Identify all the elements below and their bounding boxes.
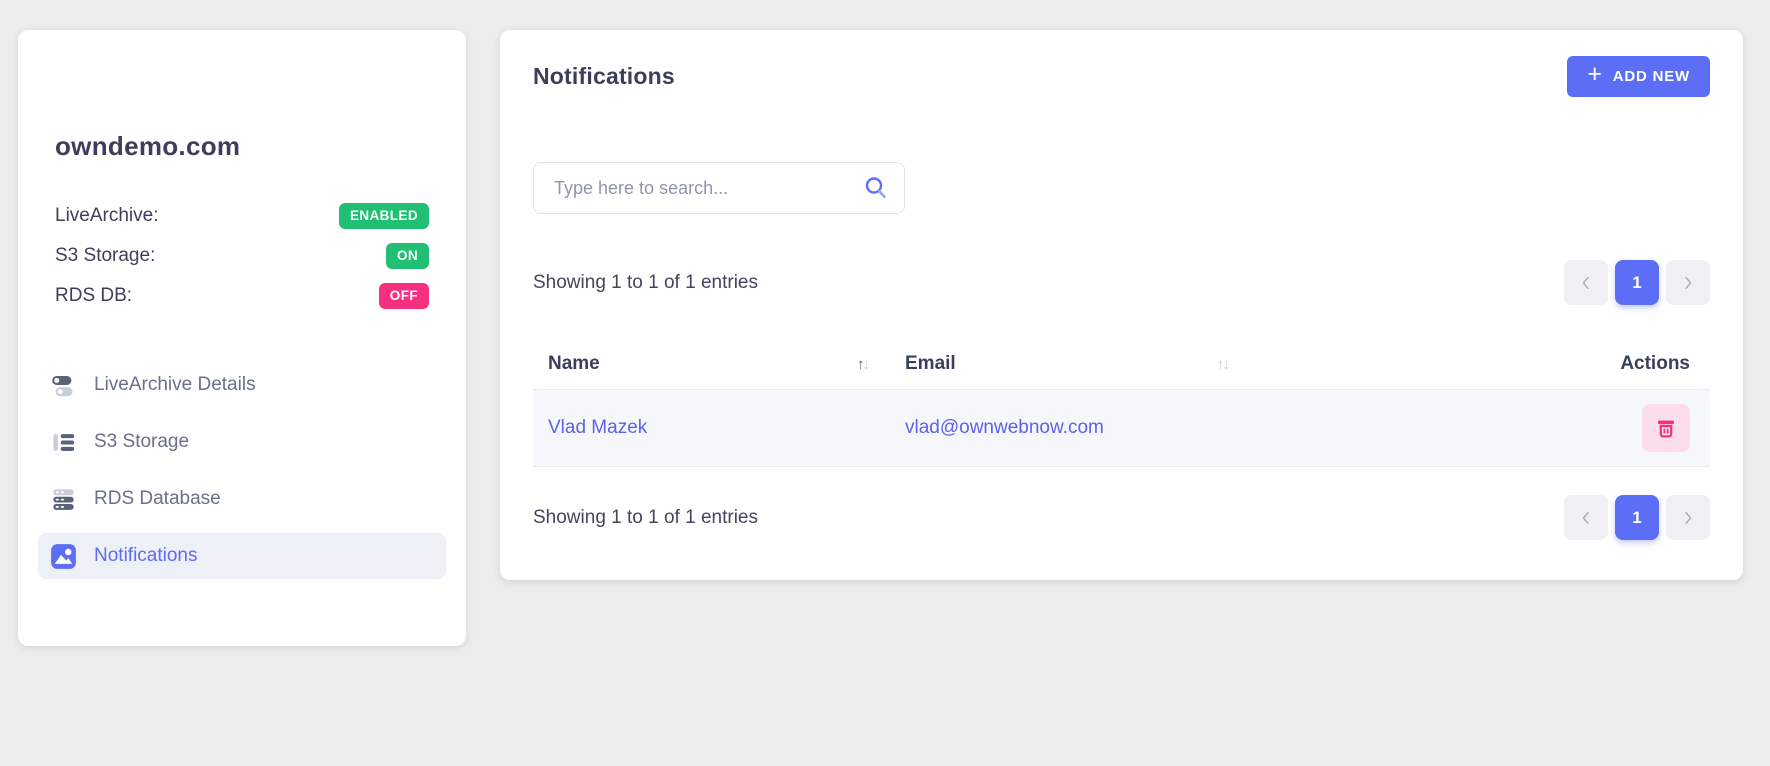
sort-email[interactable]: Email ↑↓ [905,353,1250,375]
page-layout: owndemo.com LiveArchive: ENABLED S3 Stor… [0,0,1770,646]
status-label: RDS DB: [55,285,132,307]
sort-icon: ↑↓ [1217,356,1228,373]
status-label: S3 Storage: [55,245,155,267]
pagination-next-button[interactable] [1666,260,1710,305]
notifications-panel: Notifications + ADD NEW Showing 1 to 1 o… [500,30,1743,580]
table-row: Vlad Mazek vlad@ownwebnow.com [533,389,1710,467]
notifications-table: Name ↑↓ Email ↑↓ Actions Vlad Mazek vlad… [533,339,1710,467]
column-label: Email [905,353,956,375]
column-header-email: Email ↑↓ [890,353,1250,375]
plus-icon: + [1587,62,1602,87]
sidebar-item-rds-database[interactable]: RDS Database [38,476,446,522]
sidebar-item-label: LiveArchive Details [94,374,256,396]
image-icon [50,543,77,570]
column-label: Name [548,353,600,375]
sort-name[interactable]: Name ↑↓ [548,353,890,375]
chevron-right-icon [1679,509,1697,527]
pagination-prev-button[interactable] [1564,260,1608,305]
add-new-label: ADD NEW [1613,68,1690,85]
pagination-top: 1 [1564,260,1710,305]
server-icon [50,486,77,513]
site-sidebar-card: owndemo.com LiveArchive: ENABLED S3 Stor… [18,30,466,646]
search-input[interactable] [533,162,905,214]
pagination-bottom: 1 [1564,495,1710,540]
table-header-row: Name ↑↓ Email ↑↓ Actions [533,339,1710,389]
status-row-livearchive: LiveArchive: ENABLED [55,196,429,236]
chevron-left-icon [1577,274,1595,292]
sidebar-item-label: Notifications [94,545,198,567]
add-new-button[interactable]: + ADD NEW [1567,56,1710,97]
status-badge: ON [386,243,429,269]
pagination-page-1-button[interactable]: 1 [1615,260,1659,305]
row-actions [1250,404,1710,452]
sort-icon: ↑↓ [857,356,868,373]
sidebar-item-label: S3 Storage [94,431,189,453]
pagination-next-button[interactable] [1666,495,1710,540]
toggles-icon [50,372,77,399]
status-row-rds: RDS DB: OFF [55,276,429,316]
sidebar-item-notifications[interactable]: Notifications [38,533,446,579]
domain-title: owndemo.com [55,131,446,162]
status-badge: ENABLED [339,203,429,229]
column-label: Actions [1620,353,1690,374]
chevron-right-icon [1679,274,1697,292]
trash-icon [1654,416,1678,440]
sidebar-item-livearchive-details[interactable]: LiveArchive Details [38,362,446,408]
delete-button[interactable] [1642,404,1690,452]
column-header-actions: Actions [1250,353,1710,375]
status-list: LiveArchive: ENABLED S3 Storage: ON RDS … [55,196,429,316]
pagination-prev-button[interactable] [1564,495,1608,540]
sidebar-item-label: RDS Database [94,488,221,510]
entries-summary: Showing 1 to 1 of 1 entries [533,272,758,294]
sidebar-menu: LiveArchive Details S3 Storage [38,362,446,579]
row-name-link[interactable]: Vlad Mazek [533,417,890,439]
search-icon[interactable] [863,175,889,201]
search-box [533,162,905,214]
list-icon [50,429,77,456]
status-label: LiveArchive: [55,205,159,227]
table-info-top: Showing 1 to 1 of 1 entries 1 [533,260,1710,305]
page-title: Notifications [533,63,675,90]
table-info-bottom: Showing 1 to 1 of 1 entries 1 [533,495,1710,540]
panel-header: Notifications + ADD NEW [533,46,1710,106]
entries-summary: Showing 1 to 1 of 1 entries [533,507,758,529]
sidebar-item-s3-storage[interactable]: S3 Storage [38,419,446,465]
row-email-link[interactable]: vlad@ownwebnow.com [890,417,1250,439]
chevron-left-icon [1577,509,1595,527]
status-row-s3: S3 Storage: ON [55,236,429,276]
column-header-name: Name ↑↓ [533,353,890,375]
pagination-page-1-button[interactable]: 1 [1615,495,1659,540]
status-badge: OFF [379,283,429,309]
